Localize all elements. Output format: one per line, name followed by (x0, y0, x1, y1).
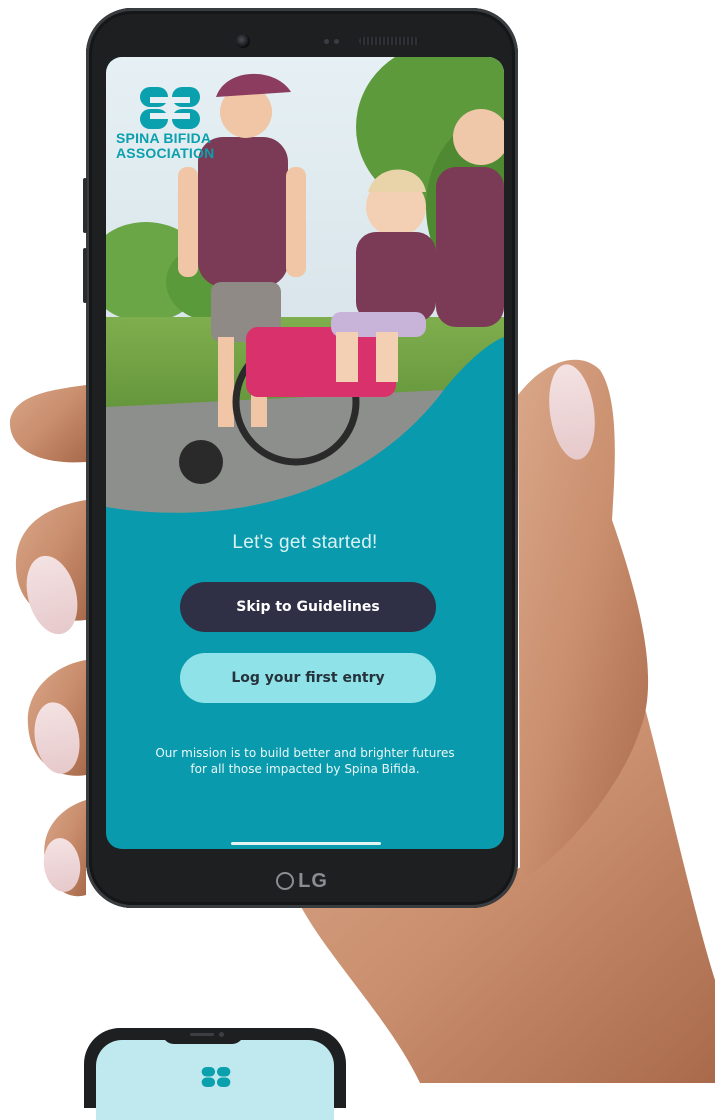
mission-line-2: for all those impacted by Spina Bifida. (190, 762, 420, 776)
skip-to-guidelines-button[interactable]: Skip to Guidelines (180, 582, 436, 632)
mission-line-1: Our mission is to build better and brigh… (155, 746, 455, 760)
organization-name-line1: SPINA BIFIDA (116, 130, 212, 146)
phone-notch (162, 1028, 244, 1044)
app-screen: SPINA BIFIDA ASSOCIATION Let's get start… (106, 57, 504, 849)
secondary-phone-device (84, 1028, 346, 1120)
spina-bifida-logo-icon (140, 87, 200, 129)
spina-bifida-logo: SPINA BIFIDA ASSOCIATION (116, 85, 246, 161)
mission-statement: Our mission is to build better and brigh… (136, 745, 474, 777)
earpiece-speaker (359, 37, 419, 45)
log-first-entry-button[interactable]: Log your first entry (180, 653, 436, 703)
sensor-dots (324, 39, 339, 44)
organization-name-line2: ASSOCIATION (116, 145, 215, 161)
lg-logo-icon: LG (86, 870, 518, 893)
device-brand-label: LG (298, 870, 328, 892)
onboarding-heading: Let's get started! (232, 532, 378, 553)
volume-button (83, 178, 87, 233)
home-indicator[interactable] (231, 842, 381, 845)
camera-icon (236, 34, 250, 48)
spina-bifida-logo-icon (201, 1066, 231, 1088)
volume-button (83, 248, 87, 303)
secondary-phone-screen (96, 1040, 334, 1120)
